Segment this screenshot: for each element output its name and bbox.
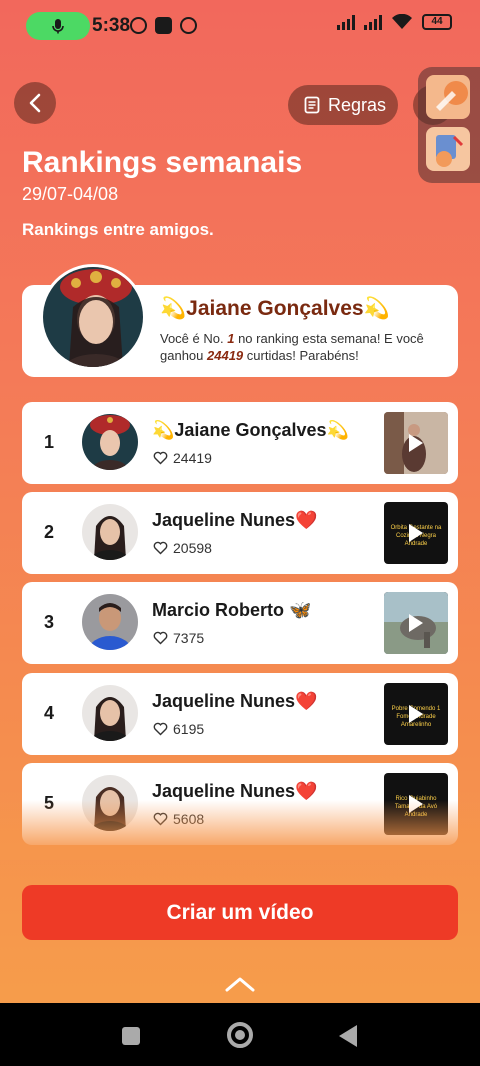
avatar[interactable]: [82, 504, 138, 560]
hero-likes: 24419: [207, 348, 244, 363]
ranking-row-4[interactable]: 4 Jaqueline Nunes❤️ 6195 Pobre Comendo 1…: [22, 673, 458, 755]
page-title: Rankings semanais: [22, 146, 303, 179]
heart-icon: [153, 541, 168, 555]
rules-button[interactable]: Regras: [288, 85, 398, 125]
youtube-icon: [180, 17, 197, 34]
system-back-button[interactable]: [339, 1025, 357, 1047]
heart-icon: [153, 631, 168, 645]
video-thumbnail[interactable]: [384, 592, 448, 654]
play-icon: [409, 434, 423, 452]
microphone-indicator: [26, 12, 90, 40]
play-icon: [409, 705, 423, 723]
document-icon: [304, 96, 320, 114]
avatar[interactable]: [82, 594, 138, 650]
floating-shortcuts: [418, 67, 480, 183]
list-fade-overlay: [0, 800, 480, 860]
heart-icon: [153, 722, 168, 736]
chevron-up-icon[interactable]: [225, 976, 255, 992]
like-count: 6195: [153, 721, 204, 737]
heart-icon: [153, 451, 168, 465]
play-icon: [409, 614, 423, 632]
hero-avatar[interactable]: [40, 264, 146, 370]
floating-shortcut-1[interactable]: [426, 75, 470, 119]
microphone-icon: [52, 19, 64, 34]
wifi-icon: [392, 14, 412, 29]
rank-number: 3: [44, 612, 55, 632]
status-time: 5:38: [92, 15, 131, 36]
edit-icon: [436, 81, 468, 111]
chevron-left-icon: [29, 93, 41, 113]
create-video-button[interactable]: Criar um vídeo: [22, 885, 458, 940]
app-notification-icon: [155, 17, 172, 34]
date-range: 29/07-04/08: [22, 184, 119, 204]
ranking-row-3[interactable]: 3 Marcio Roberto 🦋 7375: [22, 582, 458, 664]
like-count: 7375: [153, 630, 204, 646]
like-count: 20598: [153, 540, 212, 556]
rank-number: 2: [44, 522, 55, 542]
user-name: 💫Jaiane Gonçalves💫: [152, 420, 349, 440]
rank-number: 1: [44, 432, 55, 452]
rank-number: 4: [44, 703, 55, 723]
status-bar: 5:38 44: [0, 0, 480, 52]
cleaner-icon: [436, 135, 464, 167]
whatsapp-icon: [130, 17, 147, 34]
like-count: 24419: [153, 450, 212, 466]
signal-icon: [337, 14, 355, 30]
signal-icon-2: [364, 14, 382, 30]
video-thumbnail[interactable]: Orbita Gestante na Cozinha Negra Andrade: [384, 502, 448, 564]
play-icon: [409, 524, 423, 542]
back-button[interactable]: [14, 82, 56, 124]
floating-shortcut-2[interactable]: [426, 127, 470, 171]
recent-apps-button[interactable]: [122, 1027, 140, 1045]
ranking-row-1[interactable]: 1 💫Jaiane Gonçalves💫 24419: [22, 402, 458, 484]
rules-label: Regras: [328, 94, 387, 115]
battery-icon: 44: [422, 14, 452, 30]
rankings-subtitle: Rankings entre amigos.: [22, 220, 214, 239]
home-button[interactable]: [227, 1022, 253, 1048]
hero-name: 💫Jaiane Gonçalves💫: [160, 297, 390, 320]
user-name: Jaqueline Nunes❤️: [152, 781, 318, 801]
video-thumbnail[interactable]: Pobre Comendo 1 Fome Andrade Amarelinho: [384, 683, 448, 745]
video-thumbnail[interactable]: [384, 412, 448, 474]
hero-message: Você é No. 1 no ranking esta semana! E v…: [160, 331, 424, 363]
user-name: Jaqueline Nunes❤️: [152, 691, 318, 711]
avatar[interactable]: [82, 685, 138, 741]
user-name: Marcio Roberto 🦋: [152, 600, 312, 620]
user-name: Jaqueline Nunes❤️: [152, 510, 318, 530]
system-navigation-bar: [0, 1003, 480, 1066]
avatar[interactable]: [82, 414, 138, 470]
ranking-row-2[interactable]: 2 Jaqueline Nunes❤️ 20598 Orbita Gestant…: [22, 492, 458, 574]
